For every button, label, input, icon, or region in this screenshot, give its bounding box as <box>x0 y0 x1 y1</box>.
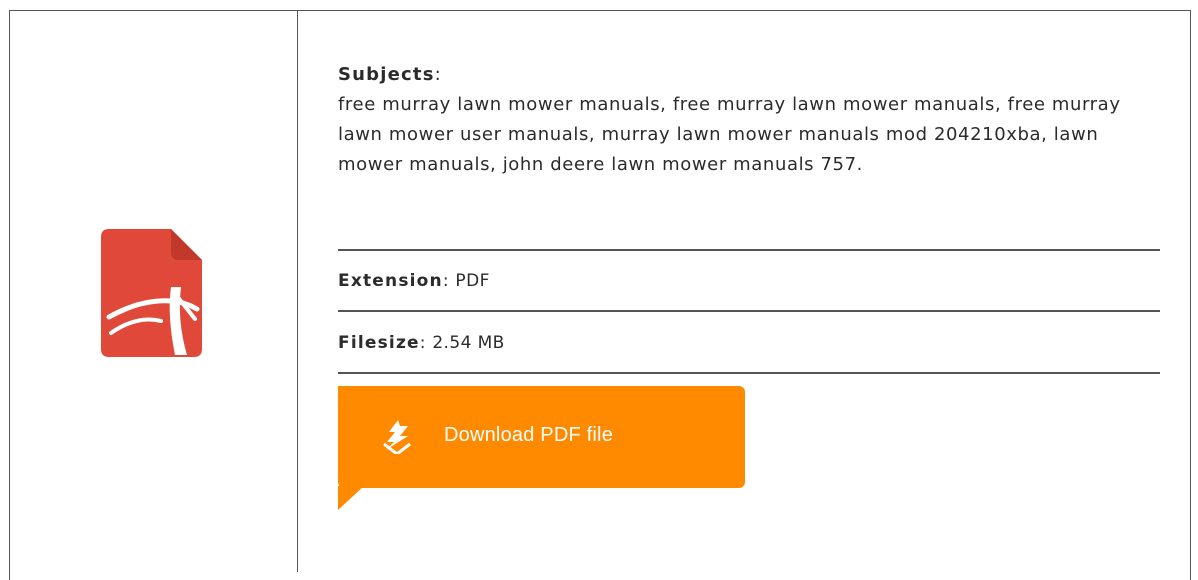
subjects-section: Subjects: free murray lawn mower manuals… <box>338 60 1160 180</box>
download-button-label: Download PDF file <box>444 424 614 446</box>
filesize-colon: : <box>419 333 427 353</box>
download-arrow-icon <box>382 420 412 456</box>
divider-3 <box>338 372 1160 374</box>
filesize-label: Filesize <box>338 333 420 353</box>
extension-label: Extension <box>338 271 443 291</box>
subjects-text: free murray lawn mower manuals, free mur… <box>338 94 1121 175</box>
extension-value: PDF <box>455 271 490 291</box>
subjects-colon: : <box>434 64 442 85</box>
filesize-row: Filesize: 2.54 MB <box>338 333 505 353</box>
filesize-value: 2.54 MB <box>432 333 505 353</box>
subjects-label: Subjects <box>338 64 435 85</box>
extension-row: Extension: PDF <box>338 271 490 291</box>
extension-colon: : <box>442 271 450 291</box>
divider-1 <box>338 249 1160 251</box>
divider-2 <box>338 310 1160 312</box>
download-pdf-button[interactable]: Download PDF file <box>338 386 745 488</box>
column-divider <box>297 10 298 572</box>
pdf-file-icon <box>101 229 202 357</box>
download-button-tail <box>338 486 364 510</box>
